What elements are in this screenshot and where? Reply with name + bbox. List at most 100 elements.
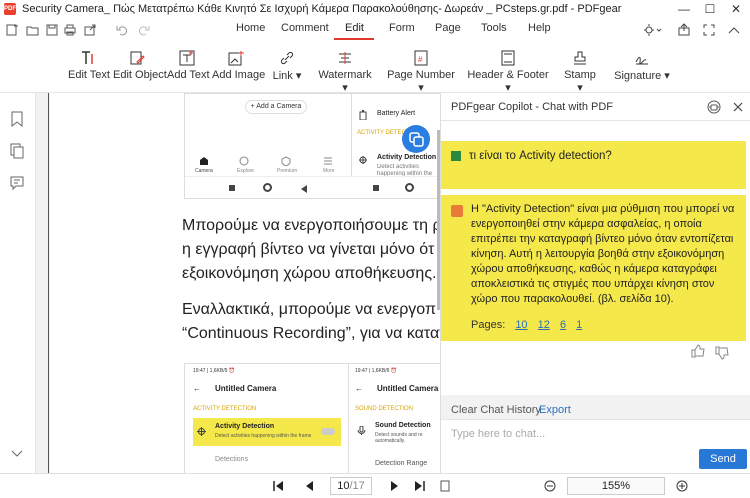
- thumbs-up-icon[interactable]: [691, 344, 705, 358]
- chat-input-box[interactable]: Type here to chat... Send: [441, 419, 750, 473]
- first-page-icon[interactable]: [272, 480, 284, 492]
- fullscreen-icon[interactable]: [703, 24, 715, 36]
- paragraph2-line1: Εναλλακτικά, μπορούμε να ενεργοπ: [182, 301, 436, 318]
- zoom-out-icon[interactable]: [544, 480, 556, 492]
- add-text-button[interactable]: Add Text: [167, 46, 210, 92]
- paragraph1-line3: εξοικονόμηση χώρου αποθήκευσης.: [182, 265, 437, 282]
- thumbs-down-icon[interactable]: [715, 346, 729, 360]
- open-folder-icon[interactable]: [26, 24, 39, 36]
- embedded-screenshot-2: 19:47 | 1,6KB/δ ⏰ 19:47 | 1,6KB/δ ⏰ ← Un…: [184, 363, 440, 473]
- user-question-bubble: τι είναι το Activity detection?: [441, 141, 746, 189]
- battery-alert-label: Battery Alert: [377, 110, 416, 117]
- page-link-1[interactable]: 1: [576, 319, 582, 331]
- pdf-page: + Add a Camera Battery Alert ACTIVITY DE…: [50, 93, 440, 473]
- stamp-button[interactable]: Stamp ▾: [560, 46, 600, 94]
- left-sidebar: [0, 93, 36, 473]
- maximize-button[interactable]: ☐: [698, 0, 722, 18]
- copilot-footer: Clear Chat History Export Type here to c…: [441, 395, 750, 473]
- explore-tab-icon: [239, 156, 249, 166]
- camera-title-right: Untitled Camera: [377, 384, 439, 393]
- paragraph1-line2: η εγγραφή βίντεο να γίνεται μόνο ότ: [182, 241, 435, 258]
- copilot-icon: [409, 132, 424, 147]
- page-edge: [48, 93, 49, 473]
- back-arrow-icon-left: ←: [193, 384, 201, 393]
- new-file-icon[interactable]: [6, 24, 18, 36]
- current-page[interactable]: 10: [337, 480, 349, 492]
- next-page-icon[interactable]: [390, 480, 400, 492]
- camera-tab-icon: [200, 157, 208, 165]
- close-button[interactable]: ✕: [724, 0, 748, 18]
- save-icon[interactable]: [46, 24, 58, 36]
- copilot-close-icon[interactable]: [733, 102, 743, 112]
- menu-help[interactable]: Help: [528, 22, 551, 34]
- pages-label: Pages:: [471, 319, 506, 331]
- page-link-10[interactable]: 10: [515, 319, 527, 331]
- header-footer-button[interactable]: Header & Footer ▾: [467, 46, 549, 94]
- detection-range-label: Detection Range: [375, 460, 428, 467]
- embedded-screenshot-1: + Add a Camera Battery Alert ACTIVITY DE…: [184, 93, 440, 199]
- menu-home[interactable]: Home: [236, 22, 265, 34]
- signature-button[interactable]: Signature ▾: [614, 46, 670, 92]
- edit-toolbar: Edit Text Edit Object Add Text Add Image…: [0, 46, 750, 94]
- assistant-avatar-icon: [451, 205, 463, 217]
- active-menu-indicator: [334, 38, 374, 40]
- assistant-answer-bubble: Η "Activity Detection" είναι μια ρύθμιση…: [441, 195, 746, 341]
- menu-tools[interactable]: Tools: [481, 22, 507, 34]
- document-view[interactable]: + Add a Camera Battery Alert ACTIVITY DE…: [36, 93, 440, 473]
- link-button[interactable]: Link ▾: [270, 46, 304, 92]
- pdfgear-logo-icon: PDF: [4, 3, 16, 15]
- edit-text-icon: [82, 51, 93, 64]
- menu-form[interactable]: Form: [389, 22, 415, 34]
- stamp-icon: [574, 51, 586, 65]
- share-export-icon[interactable]: [678, 23, 690, 36]
- comments-icon[interactable]: [10, 175, 24, 191]
- shot1-navbar: [185, 176, 440, 198]
- clear-chat-history-button[interactable]: Clear Chat History: [451, 404, 541, 416]
- zoom-level[interactable]: 155%: [567, 477, 665, 495]
- collapse-ribbon-icon[interactable]: [728, 26, 740, 34]
- copilot-float-button[interactable]: [402, 125, 430, 153]
- last-page-icon[interactable]: [414, 480, 426, 492]
- undo-icon[interactable]: [116, 24, 128, 36]
- add-camera-pill: + Add a Camera: [245, 100, 307, 114]
- total-pages: /17: [349, 480, 365, 492]
- add-text-icon: [179, 50, 195, 66]
- expand-down-icon[interactable]: [10, 449, 24, 459]
- section-right: SOUND DETECTION: [355, 406, 414, 412]
- edit-text-button[interactable]: Edit Text: [68, 46, 110, 92]
- export-button[interactable]: Export: [539, 404, 571, 416]
- zoom-in-icon[interactable]: [676, 480, 688, 492]
- menu-page[interactable]: Page: [435, 22, 461, 34]
- page-link-12[interactable]: 12: [538, 319, 550, 331]
- redo-icon[interactable]: [138, 24, 150, 36]
- tab-camera-label: Camera: [195, 168, 213, 174]
- send-button[interactable]: Send: [699, 449, 747, 469]
- edit-object-button[interactable]: Edit Object: [113, 46, 167, 92]
- sound-detection-label: Sound Detection: [375, 422, 431, 429]
- previous-page-icon[interactable]: [304, 480, 314, 492]
- crosshair-icon-2: [197, 427, 206, 436]
- activity-toggle: [321, 428, 335, 435]
- theme-icon[interactable]: [644, 24, 662, 36]
- minimize-button[interactable]: —: [672, 0, 696, 18]
- copilot-bot-icon[interactable]: [707, 100, 721, 114]
- page-indicator[interactable]: 10/17: [330, 477, 372, 495]
- menu-comment[interactable]: Comment: [281, 22, 329, 34]
- status-left: 19:47 | 1,6KB/δ ⏰: [193, 368, 235, 374]
- page-link-6[interactable]: 6: [560, 319, 566, 331]
- share-icon[interactable]: [84, 24, 96, 36]
- tab-premium-label: Premium: [277, 168, 298, 174]
- watermark-button[interactable]: Watermark ▾: [316, 46, 374, 94]
- page-layout-icon[interactable]: [440, 480, 450, 492]
- page-number-button[interactable]: # Page Number ▾: [386, 46, 456, 94]
- print-icon[interactable]: [64, 24, 76, 36]
- paragraph1-line1: Μπορούμε να ενεργοποιήσουμε τη ρ: [182, 217, 440, 234]
- activity-highlight: Activity Detection Detect activities hap…: [193, 418, 341, 446]
- bookmark-icon[interactable]: [10, 111, 24, 127]
- thumbnails-icon[interactable]: [10, 143, 24, 159]
- copilot-panel: PDFgear Copilot - Chat with PDF τι είναι…: [440, 93, 750, 473]
- menu-edit[interactable]: Edit: [345, 22, 364, 34]
- header-footer-icon: [501, 50, 515, 66]
- add-image-button[interactable]: Add Image: [212, 46, 265, 92]
- assistant-answer-text: Η "Activity Detection" είναι μια ρύθμιση…: [471, 203, 735, 305]
